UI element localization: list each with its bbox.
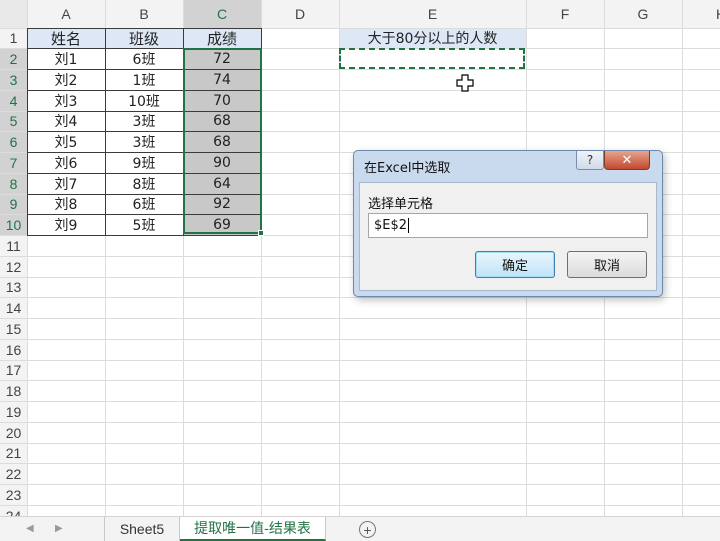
cell-class[interactable]: 8班 bbox=[105, 173, 183, 194]
cell-e1[interactable]: 大于80分以上的人数 bbox=[339, 28, 526, 49]
column-header-a[interactable]: A bbox=[27, 0, 105, 28]
cell-name[interactable]: 刘9 bbox=[27, 215, 105, 236]
row-header-14[interactable]: 14 bbox=[0, 298, 27, 319]
select-cell-label: 选择单元格 bbox=[368, 197, 434, 212]
row-gridline bbox=[0, 318, 720, 319]
row-gridline bbox=[0, 442, 720, 444]
ok-button[interactable]: 确定 bbox=[475, 251, 555, 278]
cell-class[interactable]: 9班 bbox=[105, 153, 183, 174]
text-caret bbox=[408, 218, 410, 233]
cell-reference-value: $E$2 bbox=[374, 218, 408, 233]
row-header-20[interactable]: 20 bbox=[0, 422, 27, 443]
row-gridline bbox=[0, 484, 720, 485]
column-header-c[interactable]: C bbox=[183, 0, 261, 28]
row-header-6[interactable]: 6 bbox=[0, 131, 27, 153]
row-gridline bbox=[0, 463, 720, 465]
cell-name[interactable]: 刘6 bbox=[27, 153, 105, 174]
row-gridline bbox=[0, 380, 720, 382]
header-cell-class[interactable]: 班级 bbox=[105, 28, 183, 49]
row-gridline bbox=[0, 401, 720, 402]
row-header-7[interactable]: 7 bbox=[0, 152, 27, 174]
dialog-title: 在Excel中选取 bbox=[364, 161, 451, 176]
row-header-23[interactable]: 23 bbox=[0, 485, 27, 506]
column-header-g[interactable]: G bbox=[604, 0, 682, 28]
row-header-21[interactable]: 21 bbox=[0, 443, 27, 464]
cell-reference-input[interactable]: $E$2 bbox=[368, 213, 648, 238]
cross-cursor-icon bbox=[456, 74, 474, 92]
cell-name[interactable]: 刘8 bbox=[27, 194, 105, 215]
row-header-5[interactable]: 5 bbox=[0, 111, 27, 132]
close-button[interactable]: ✕ bbox=[604, 151, 650, 170]
row-header-22[interactable]: 22 bbox=[0, 464, 27, 485]
sheet-tab-bar: ◀ ▶ Sheet5 提取唯一值-结果表 + bbox=[0, 516, 720, 541]
row-gridline bbox=[0, 359, 720, 361]
row-header-11[interactable]: 11 bbox=[0, 236, 27, 257]
row-gridline bbox=[0, 421, 720, 423]
column-gridline bbox=[681, 0, 683, 516]
cell-class[interactable]: 3班 bbox=[105, 111, 183, 132]
prev-sheet-arrow-icon[interactable]: ◀ bbox=[26, 523, 34, 534]
row-header-1[interactable]: 1 bbox=[0, 28, 27, 49]
cell-name[interactable]: 刘2 bbox=[27, 70, 105, 91]
column-header-b[interactable]: B bbox=[105, 0, 183, 28]
row-header-19[interactable]: 19 bbox=[0, 402, 27, 423]
row-header-16[interactable]: 16 bbox=[0, 339, 27, 360]
fill-handle[interactable] bbox=[258, 230, 264, 236]
header-cell-score[interactable]: 成绩 bbox=[183, 28, 261, 49]
header-cell-name[interactable]: 姓名 bbox=[27, 28, 105, 49]
row-header-9[interactable]: 9 bbox=[0, 194, 27, 215]
column-gridline bbox=[338, 0, 340, 516]
cancel-button[interactable]: 取消 bbox=[567, 251, 647, 278]
row-header-2[interactable]: 2 bbox=[0, 48, 27, 70]
copy-marquee-e2 bbox=[339, 48, 525, 69]
cell-name[interactable]: 刘3 bbox=[27, 90, 105, 111]
cell-class[interactable]: 6班 bbox=[105, 49, 183, 70]
column-header-h[interactable]: H bbox=[682, 0, 720, 28]
selected-range-c2-c10 bbox=[183, 48, 262, 234]
help-button[interactable]: ? bbox=[576, 151, 604, 170]
tab-sheet5[interactable]: Sheet5 bbox=[104, 517, 180, 541]
column-header-f[interactable]: F bbox=[526, 0, 604, 28]
row-gridline bbox=[0, 504, 720, 506]
column-header-d[interactable]: D bbox=[261, 0, 339, 28]
select-cell-dialog: 在Excel中选取 ? ✕ 选择单元格 $E$2 确定 取消 bbox=[353, 150, 663, 297]
row-gridline bbox=[0, 297, 720, 299]
cell-class[interactable]: 6班 bbox=[105, 194, 183, 215]
row-header-13[interactable]: 13 bbox=[0, 277, 27, 298]
cell-class[interactable]: 1班 bbox=[105, 70, 183, 91]
cell-name[interactable]: 刘4 bbox=[27, 111, 105, 132]
column-header-e[interactable]: E bbox=[339, 0, 526, 28]
row-header-17[interactable]: 17 bbox=[0, 360, 27, 381]
row-gridline bbox=[0, 338, 720, 340]
dialog-body: 选择单元格 $E$2 确定 取消 bbox=[359, 182, 657, 291]
cell-name[interactable]: 刘5 bbox=[27, 132, 105, 153]
select-all-corner[interactable] bbox=[0, 0, 27, 28]
cell-name[interactable]: 刘7 bbox=[27, 173, 105, 194]
row-header-24[interactable]: 24 bbox=[0, 505, 27, 516]
row-header-4[interactable]: 4 bbox=[0, 90, 27, 111]
cell-class[interactable]: 3班 bbox=[105, 132, 183, 153]
cell-name[interactable]: 刘1 bbox=[27, 49, 105, 70]
row-header-10[interactable]: 10 bbox=[0, 214, 27, 236]
next-sheet-arrow-icon[interactable]: ▶ bbox=[55, 523, 63, 534]
cell-class[interactable]: 5班 bbox=[105, 215, 183, 236]
row-header-18[interactable]: 18 bbox=[0, 381, 27, 402]
add-sheet-icon[interactable]: + bbox=[359, 521, 376, 538]
row-header-3[interactable]: 3 bbox=[0, 69, 27, 91]
row-header-8[interactable]: 8 bbox=[0, 173, 27, 194]
row-header-12[interactable]: 12 bbox=[0, 256, 27, 277]
tab-unique-values-result[interactable]: 提取唯一值-结果表 bbox=[180, 517, 326, 541]
cell-class[interactable]: 10班 bbox=[105, 90, 183, 111]
row-header-15[interactable]: 15 bbox=[0, 319, 27, 340]
